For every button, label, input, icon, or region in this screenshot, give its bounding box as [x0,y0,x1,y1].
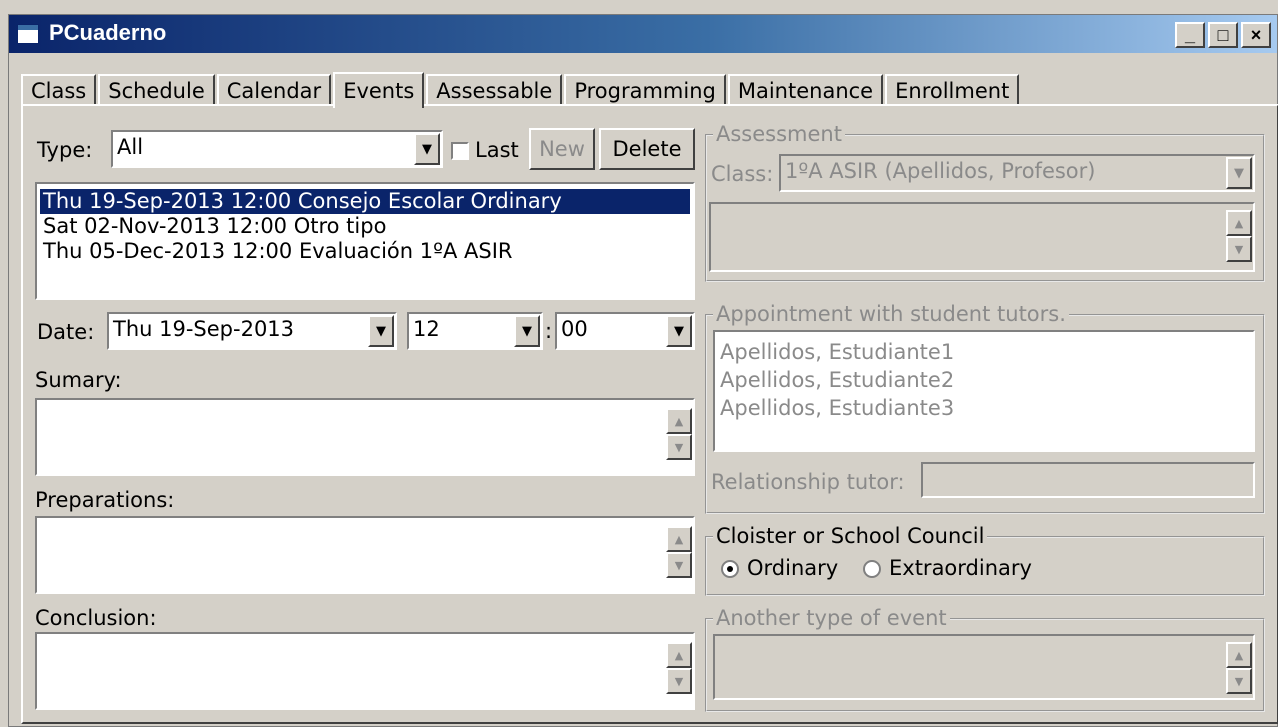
chevron-down-icon[interactable]: ▼ [368,315,394,347]
new-button[interactable]: New [529,128,595,170]
tab-schedule[interactable]: Schedule [98,74,215,106]
council-legend: Cloister or School Council [713,524,988,548]
date-label: Date: [37,320,95,344]
assessment-class-value: 1ºA ASIR (Apellidos, Profesor) [785,159,1096,183]
events-list[interactable]: Thu 19-Sep-2013 12:00 Consejo Escolar Or… [35,182,695,300]
title-bar[interactable]: PCuaderno _ □ × [9,15,1277,53]
scroll-down-icon[interactable]: ▼ [666,434,692,460]
chevron-down-icon[interactable]: ▼ [514,315,540,347]
summary-textarea[interactable]: ▲ ▼ [35,398,695,476]
chevron-down-icon[interactable]: ▼ [414,133,440,165]
tab-class[interactable]: Class [21,74,97,106]
list-item[interactable]: Apellidos, Estudiante2 [720,368,954,392]
list-item[interactable]: Sat 02-Nov-2013 12:00 Otro tipo [40,214,690,239]
window-title: PCuaderno [49,20,167,45]
conclusion-textarea[interactable]: ▲ ▼ [35,632,695,710]
scroll-down-icon[interactable]: ▼ [1226,236,1252,262]
close-button[interactable]: × [1241,22,1271,48]
student-list[interactable]: Apellidos, Estudiante1 Apellidos, Estudi… [713,330,1255,452]
conclusion-label: Conclusion: [35,606,157,630]
delete-button[interactable]: Delete [599,128,695,170]
scroll-up-icon[interactable]: ▲ [666,526,692,552]
scroll-down-icon[interactable]: ▼ [666,552,692,578]
another-event-textarea[interactable]: ▲ ▼ [713,634,1255,700]
last-label: Last [475,138,519,162]
summary-label: Sumary: [35,368,122,392]
chevron-down-icon[interactable]: ▼ [1226,157,1252,189]
time-separator: : [545,319,553,343]
minimize-button[interactable]: _ [1175,22,1205,48]
minute-value: 00 [561,317,588,341]
relationship-tutor-label: Relationship tutor: [711,470,905,494]
assessment-textarea[interactable]: ▲ ▼ [709,202,1255,272]
preparations-label: Preparations: [35,488,175,512]
appointment-legend: Appointment with student tutors. [713,302,1069,326]
another-event-legend: Another type of event [713,606,950,630]
tab-maintenance[interactable]: Maintenance [727,74,884,106]
type-value: All [117,135,144,159]
app-icon [17,24,39,44]
hour-value: 12 [413,317,440,341]
relationship-tutor-field[interactable] [921,462,1255,498]
app-window: PCuaderno _ □ × Class Schedule Calendar … [8,14,1278,727]
tab-events[interactable]: Events [333,72,425,108]
events-panel: Type: All ▼ Last New Delete Thu 19-Sep-2… [21,104,1278,724]
scroll-up-icon[interactable]: ▲ [666,642,692,668]
assessment-legend: Assessment [713,122,845,146]
scroll-up-icon[interactable]: ▲ [1226,210,1252,236]
assessment-class-label: Class: [711,162,774,186]
tab-assessable[interactable]: Assessable [426,74,563,106]
preparations-textarea[interactable]: ▲ ▼ [35,516,695,594]
date-value: Thu 19-Sep-2013 [113,317,295,341]
list-item[interactable]: Thu 05-Dec-2013 12:00 Evaluación 1ºA ASI… [40,239,690,264]
hour-combo[interactable]: 12 ▼ [407,312,543,350]
tab-programming[interactable]: Programming [564,74,726,106]
list-item[interactable]: Thu 19-Sep-2013 12:00 Consejo Escolar Or… [40,189,690,214]
type-combo[interactable]: All ▼ [111,130,443,168]
scroll-down-icon[interactable]: ▼ [1226,668,1252,694]
assessment-class-combo[interactable]: 1ºA ASIR (Apellidos, Profesor) ▼ [779,154,1255,192]
list-item[interactable]: Apellidos, Estudiante1 [720,340,954,364]
list-item[interactable]: Apellidos, Estudiante3 [720,396,954,420]
extraordinary-radio[interactable] [863,560,881,578]
extraordinary-label: Extraordinary [889,556,1032,580]
tab-enrollment[interactable]: Enrollment [885,74,1020,106]
ordinary-radio[interactable] [721,560,739,578]
scroll-down-icon[interactable]: ▼ [666,668,692,694]
date-combo[interactable]: Thu 19-Sep-2013 ▼ [107,312,397,350]
scroll-up-icon[interactable]: ▲ [666,408,692,434]
minute-combo[interactable]: 00 ▼ [555,312,695,350]
type-label: Type: [37,138,93,162]
ordinary-label: Ordinary [747,556,839,580]
maximize-button[interactable]: □ [1208,22,1238,48]
scroll-up-icon[interactable]: ▲ [1226,642,1252,668]
tab-bar: Class Schedule Calendar Events Assessabl… [21,71,1021,108]
tab-calendar[interactable]: Calendar [216,74,332,106]
chevron-down-icon[interactable]: ▼ [666,315,692,347]
last-checkbox[interactable] [451,142,469,160]
